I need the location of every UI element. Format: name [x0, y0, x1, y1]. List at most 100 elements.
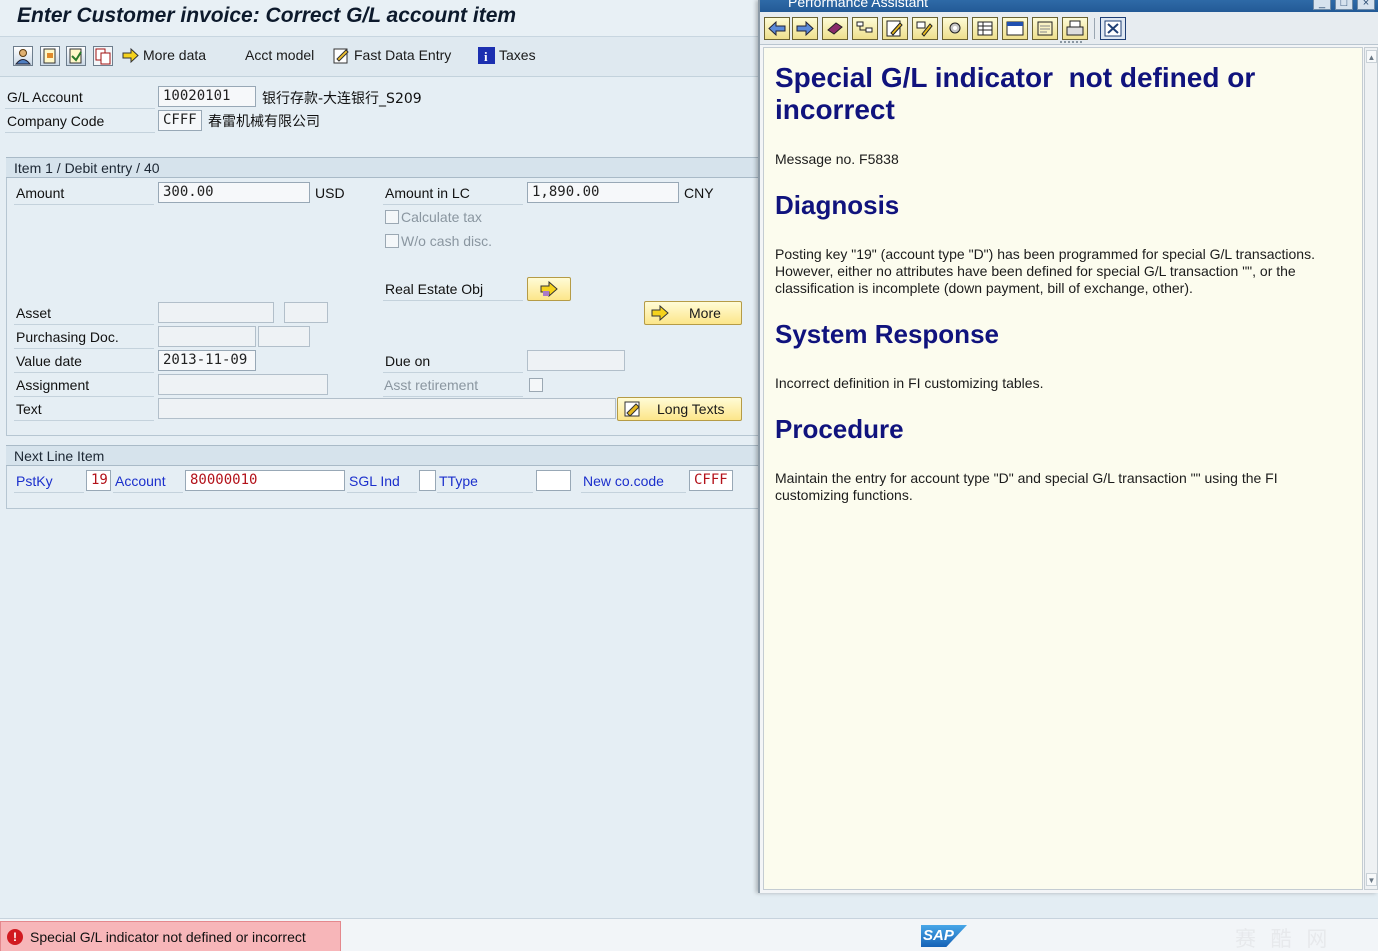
company-name: 春雷机械有限公司	[208, 114, 320, 130]
ttype-field[interactable]	[536, 470, 571, 491]
more-button-label: More	[689, 305, 721, 321]
scroll-up-icon[interactable]: ▲	[1366, 50, 1377, 63]
ttype-label: TType	[439, 473, 478, 489]
document-title: Special G/L indicator not defined or inc…	[775, 62, 1263, 125]
amount-field[interactable]: 300.00	[158, 182, 310, 203]
divider	[581, 492, 686, 493]
back-icon[interactable]	[764, 17, 790, 40]
arrow-right-icon	[540, 281, 558, 297]
company-code-field[interactable]: CFFF	[158, 110, 202, 131]
amount-currency: USD	[315, 185, 345, 201]
window-icon[interactable]	[1002, 17, 1028, 40]
minimize-icon[interactable]: _	[1313, 0, 1331, 10]
asset-label: Asset	[16, 305, 52, 321]
value-date-label: Value date	[16, 353, 82, 369]
settings-icon[interactable]	[942, 17, 968, 40]
system-response-heading: System Response	[775, 319, 999, 349]
account-field[interactable]: 80000010	[185, 470, 345, 491]
asst-retirement-checkbox[interactable]	[529, 378, 543, 392]
wo-cash-disc-label: W/o cash disc.	[401, 233, 493, 249]
performance-assistant-title: Performance Assistant	[788, 0, 929, 10]
asst-retirement-label: Asst retirement	[384, 377, 479, 393]
account-label: Account	[115, 473, 166, 489]
forward-icon[interactable]	[792, 17, 818, 40]
table-icon[interactable]	[972, 17, 998, 40]
diagnosis-text: Posting key "19" (account type "D") has …	[775, 246, 1315, 296]
more-button[interactable]: More	[644, 301, 742, 325]
fast-data-entry-icon	[333, 48, 349, 64]
asset-field[interactable]	[158, 302, 274, 323]
purchasing-doc-field[interactable]	[158, 326, 256, 347]
document-overview-icon[interactable]	[40, 46, 60, 66]
gl-account-description: 银行存款-大连银行_S209	[262, 91, 422, 107]
sgl-ind-field[interactable]	[419, 470, 436, 491]
real-estate-button[interactable]	[527, 277, 571, 301]
taxes-button[interactable]: Taxes	[499, 47, 536, 63]
pstky-label: PstKy	[16, 473, 53, 489]
sgl-ind-label: SGL Ind	[349, 473, 400, 489]
status-message-text: Special G/L indicator not defined or inc…	[30, 929, 306, 945]
item-group-title: Item 1 / Debit entry / 40	[6, 157, 760, 178]
pstky-field[interactable]: 19	[86, 470, 111, 491]
due-on-label: Due on	[385, 353, 431, 369]
wo-cash-disc-checkbox[interactable]	[385, 234, 399, 248]
book-icon[interactable]	[822, 17, 848, 40]
divider	[14, 420, 154, 421]
copy-icon[interactable]	[93, 46, 113, 66]
performance-assistant-titlebar[interactable]: Performance Assistant _ □ ×	[760, 0, 1378, 12]
amount-lc-currency: CNY	[684, 185, 714, 201]
scroll-down-icon[interactable]: ▼	[1366, 873, 1377, 886]
long-texts-button[interactable]: Long Texts	[617, 397, 742, 421]
fast-data-entry-button[interactable]: Fast Data Entry	[354, 47, 451, 63]
divider	[383, 204, 523, 205]
divider	[5, 108, 155, 109]
assignment-label: Assignment	[16, 377, 90, 393]
assistant-scrollbar[interactable]: ▲ ▼	[1364, 47, 1378, 890]
assignment-field[interactable]	[158, 374, 328, 395]
maximize-icon[interactable]: □	[1335, 0, 1353, 10]
divider	[113, 492, 183, 493]
calculate-tax-label: Calculate tax	[401, 209, 482, 225]
system-response-text: Incorrect definition in FI customizing t…	[775, 375, 1044, 391]
person-icon[interactable]	[13, 46, 33, 66]
amount-lc-field[interactable]: 1,890.00	[527, 182, 679, 203]
close-icon[interactable]	[1100, 17, 1126, 40]
sticky-note-icon[interactable]	[1032, 17, 1058, 40]
edit-icon[interactable]	[882, 17, 908, 40]
resize-grip[interactable]	[1060, 41, 1082, 44]
main-window: Enter Customer invoice: Correct G/L acco…	[0, 0, 760, 918]
window-title: Enter Customer invoice: Correct G/L acco…	[0, 0, 760, 37]
value-date-field[interactable]: 2013-11-09	[158, 350, 256, 371]
window-close-icon[interactable]: ×	[1357, 0, 1375, 10]
text-field[interactable]	[158, 398, 616, 419]
svg-text:i: i	[484, 49, 488, 64]
more-data-button[interactable]: More data	[143, 47, 206, 63]
assistant-document: Special G/L indicator not defined or inc…	[763, 47, 1363, 890]
due-on-field[interactable]	[527, 350, 625, 371]
print-icon[interactable]	[1062, 17, 1088, 40]
long-texts-label: Long Texts	[657, 401, 725, 417]
new-cocode-field[interactable]: CFFF	[689, 470, 733, 491]
asset-subnumber-field[interactable]	[284, 302, 328, 323]
technical-info-icon[interactable]	[912, 17, 938, 40]
divider	[5, 132, 155, 133]
gl-account-field[interactable]: 10020101	[158, 86, 256, 107]
simulate-icon[interactable]	[66, 46, 86, 66]
status-bar: ! Special G/L indicator not defined or i…	[0, 918, 1378, 951]
purchasing-doc-item-field[interactable]	[258, 326, 310, 347]
real-estate-label: Real Estate Obj	[385, 281, 484, 297]
company-code-label: Company Code	[7, 113, 105, 129]
structure-icon[interactable]	[852, 17, 878, 40]
info-icon: i	[478, 47, 495, 64]
application-toolbar: More data Acct model Fast Data Entry i T…	[0, 37, 760, 77]
amount-lc-label: Amount in LC	[385, 185, 470, 201]
purchasing-doc-label: Purchasing Doc.	[16, 329, 119, 345]
procedure-heading: Procedure	[775, 414, 904, 444]
diagnosis-heading: Diagnosis	[775, 190, 900, 220]
status-message[interactable]: ! Special G/L indicator not defined or i…	[0, 921, 341, 951]
calculate-tax-checkbox[interactable]	[385, 210, 399, 224]
acct-model-button[interactable]: Acct model	[245, 47, 314, 63]
divider	[437, 492, 533, 493]
gl-account-label: G/L Account	[7, 89, 83, 105]
divider	[14, 348, 154, 349]
